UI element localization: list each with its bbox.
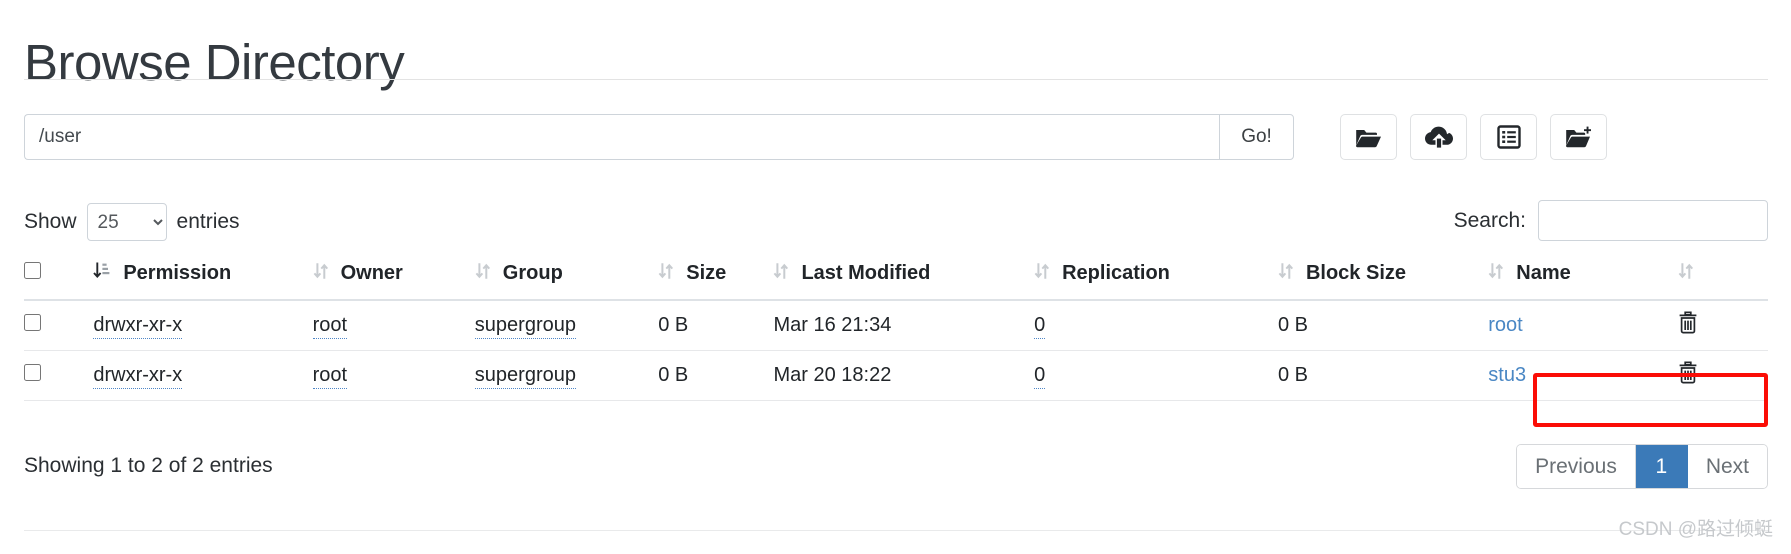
- header-permission-label: Permission: [123, 262, 232, 284]
- search-label: Search:: [1453, 208, 1526, 232]
- cell-last-modified: Mar 16 21:34: [773, 300, 1035, 351]
- show-label: Show: [24, 210, 77, 233]
- cloud-upload-icon: [1424, 125, 1453, 149]
- cell-last-modified: Mar 20 18:22: [773, 350, 1035, 401]
- owner-link[interactable]: root: [312, 313, 348, 339]
- header-owner[interactable]: Owner: [312, 248, 475, 301]
- search-control: Search:: [1454, 200, 1768, 241]
- sort-amount-down-icon: [93, 261, 111, 287]
- header-size-label: Size: [686, 262, 727, 284]
- row-select-cell: [24, 350, 94, 401]
- select-all-checkbox[interactable]: [24, 262, 41, 279]
- sort-updown-icon: [1278, 261, 1294, 287]
- directory-name-link[interactable]: root: [1488, 314, 1522, 336]
- cell-group: supergroup: [474, 300, 659, 351]
- row-checkbox[interactable]: [24, 313, 41, 331]
- header-group[interactable]: Group: [474, 248, 659, 301]
- header-name[interactable]: Name: [1488, 248, 1679, 301]
- pagination: Previous 1 Next: [1516, 444, 1768, 489]
- page-title: Browse Directory: [24, 34, 405, 92]
- sort-updown-icon: [658, 261, 674, 287]
- table-info: Showing 1 to 2 of 2 entries: [24, 454, 273, 477]
- trash-icon: [1678, 361, 1698, 387]
- cell-block-size: 0 B: [1277, 350, 1489, 401]
- sort-updown-icon: [1488, 261, 1504, 287]
- directory-table: Permission Owner Group Size Last Modifie…: [24, 248, 1768, 401]
- cell-owner: root: [312, 350, 475, 401]
- cell-size: 0 B: [658, 300, 774, 351]
- table-body: drwxr-xr-x root supergroup 0 B Mar 16 21…: [24, 300, 1768, 401]
- select-all-header: [24, 248, 94, 301]
- trash-icon: [1678, 311, 1698, 337]
- watermark-text: CSDN @路过倾蜓: [1618, 519, 1773, 540]
- cell-owner: root: [312, 300, 475, 351]
- entries-per-page-select[interactable]: 25: [86, 203, 167, 241]
- create-directory-button[interactable]: [1550, 114, 1607, 160]
- header-row: Permission Owner Group Size Last Modifie…: [24, 248, 1768, 301]
- header-block-size[interactable]: Block Size: [1277, 248, 1489, 301]
- cell-size: 0 B: [658, 350, 774, 401]
- pagination-page-1-button[interactable]: 1: [1635, 445, 1688, 488]
- header-size[interactable]: Size: [658, 248, 774, 301]
- cell-replication: 0: [1034, 350, 1278, 401]
- delete-row-button[interactable]: [1678, 311, 1698, 337]
- table-row: drwxr-xr-x root supergroup 0 B Mar 16 21…: [24, 300, 1768, 351]
- search-input[interactable]: [1538, 200, 1768, 241]
- path-bar: Go!: [24, 114, 1294, 160]
- permission-link[interactable]: drwxr-xr-x: [93, 313, 183, 339]
- page-length-control: Show 25 entries: [24, 203, 240, 241]
- replication-link[interactable]: 0: [1034, 313, 1046, 339]
- sort-updown-icon: [313, 261, 329, 287]
- sort-updown-icon: [773, 261, 789, 287]
- upload-files-button[interactable]: [1410, 114, 1467, 160]
- header-name-label: Name: [1516, 262, 1571, 284]
- new-folder-icon: [1565, 126, 1593, 149]
- header-last-modified-label: Last Modified: [801, 262, 931, 284]
- sort-updown-icon: [475, 261, 491, 287]
- cell-replication: 0: [1034, 300, 1278, 351]
- cell-actions: [1678, 350, 1768, 401]
- sort-updown-icon: [1678, 261, 1694, 287]
- header-block-size-label: Block Size: [1305, 262, 1407, 284]
- header-actions[interactable]: [1678, 248, 1768, 301]
- bottom-divider: [24, 530, 1768, 531]
- row-checkbox[interactable]: [24, 363, 41, 381]
- permission-link[interactable]: drwxr-xr-x: [93, 363, 183, 389]
- cell-permission: drwxr-xr-x: [93, 350, 313, 401]
- cell-name: stu3: [1488, 350, 1679, 401]
- row-select-cell: [24, 300, 94, 351]
- toolbar-icon-buttons: [1340, 114, 1607, 160]
- group-link[interactable]: supergroup: [474, 313, 576, 339]
- browse-folder-button[interactable]: [1340, 114, 1397, 160]
- cell-block-size: 0 B: [1277, 300, 1489, 351]
- cell-group: supergroup: [474, 350, 659, 401]
- directory-name-link[interactable]: stu3: [1488, 364, 1526, 386]
- directory-path-input[interactable]: [24, 114, 1219, 160]
- header-replication-label: Replication: [1062, 262, 1170, 284]
- delete-row-button[interactable]: [1678, 361, 1698, 387]
- cell-permission: drwxr-xr-x: [93, 300, 313, 351]
- list-snapshot-icon: [1496, 125, 1521, 149]
- header-group-label: Group: [502, 262, 563, 284]
- header-replication[interactable]: Replication: [1034, 248, 1278, 301]
- header-last-modified[interactable]: Last Modified: [773, 248, 1035, 301]
- entries-label: entries: [176, 210, 240, 233]
- sort-updown-icon: [1034, 261, 1050, 287]
- replication-link[interactable]: 0: [1034, 363, 1046, 389]
- browse-directory-page: Browse Directory Go!: [0, 0, 1791, 554]
- pagination-next-button[interactable]: Next: [1687, 445, 1767, 488]
- go-button[interactable]: Go!: [1219, 114, 1294, 160]
- cell-actions: [1678, 300, 1768, 351]
- pagination-previous-button[interactable]: Previous: [1517, 445, 1636, 488]
- open-folder-icon: [1355, 126, 1382, 149]
- title-divider: [24, 79, 1768, 80]
- snapshot-list-button[interactable]: [1480, 114, 1537, 160]
- table-row: drwxr-xr-x root supergroup 0 B Mar 20 18…: [24, 350, 1768, 401]
- table-header: Permission Owner Group Size Last Modifie…: [24, 248, 1768, 301]
- header-owner-label: Owner: [340, 262, 403, 284]
- header-permission[interactable]: Permission: [93, 248, 313, 301]
- group-link[interactable]: supergroup: [474, 363, 576, 389]
- cell-name: root: [1488, 300, 1679, 351]
- owner-link[interactable]: root: [312, 363, 348, 389]
